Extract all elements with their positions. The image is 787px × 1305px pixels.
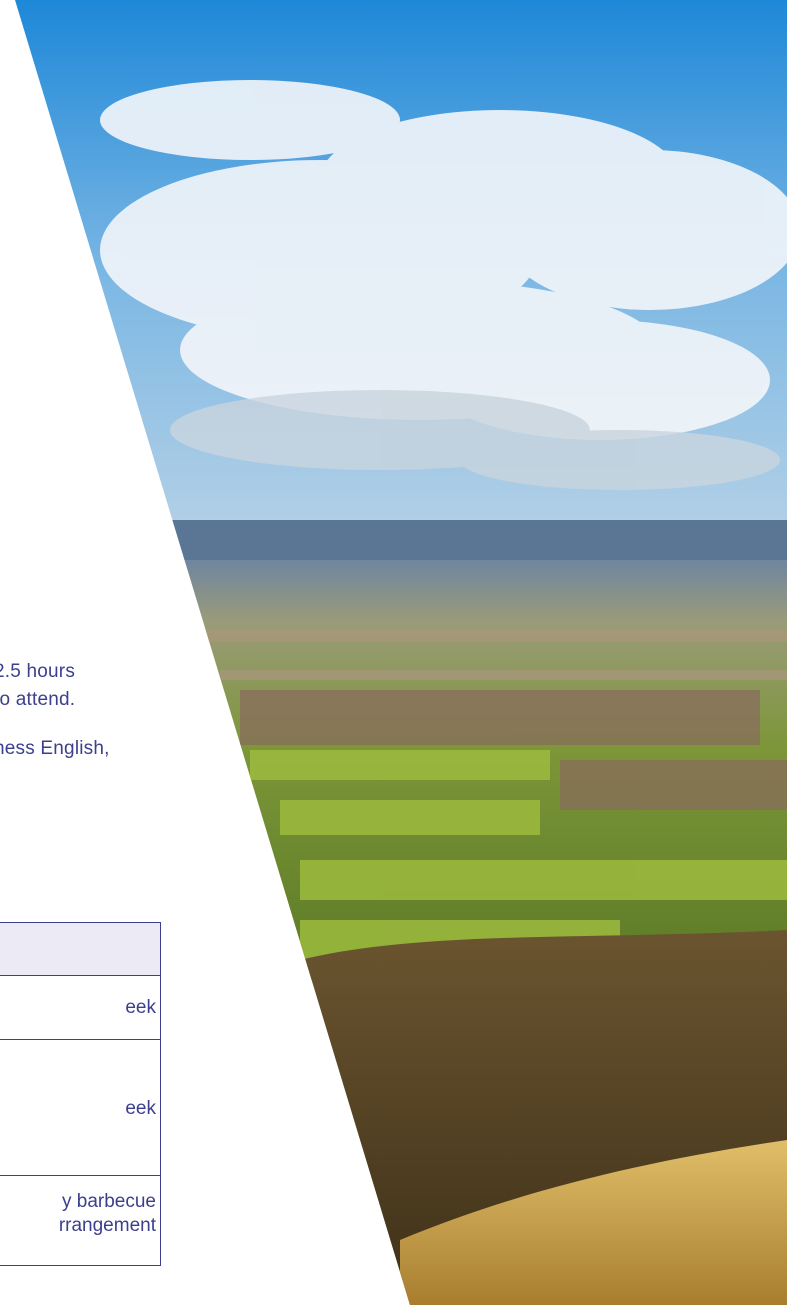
table-cell-text: eek: [125, 997, 156, 1018]
table-cell-text: y barbecue: [61, 1191, 156, 1212]
intro-line-3: ness English,: [0, 738, 110, 759]
table-row: eek: [0, 1040, 160, 1176]
intro-line-2: to attend.: [0, 689, 76, 710]
table-cell-text: eek: [125, 1098, 156, 1119]
intro-line-1: 2.5 hours: [0, 661, 76, 682]
table-header-row: [0, 923, 160, 976]
table-row: eek: [0, 976, 160, 1040]
info-table: eek eek y barbecue rrangement: [0, 922, 161, 1266]
table-cell-text: rrangement: [58, 1215, 156, 1236]
table-row: y barbecue rrangement: [0, 1176, 160, 1265]
